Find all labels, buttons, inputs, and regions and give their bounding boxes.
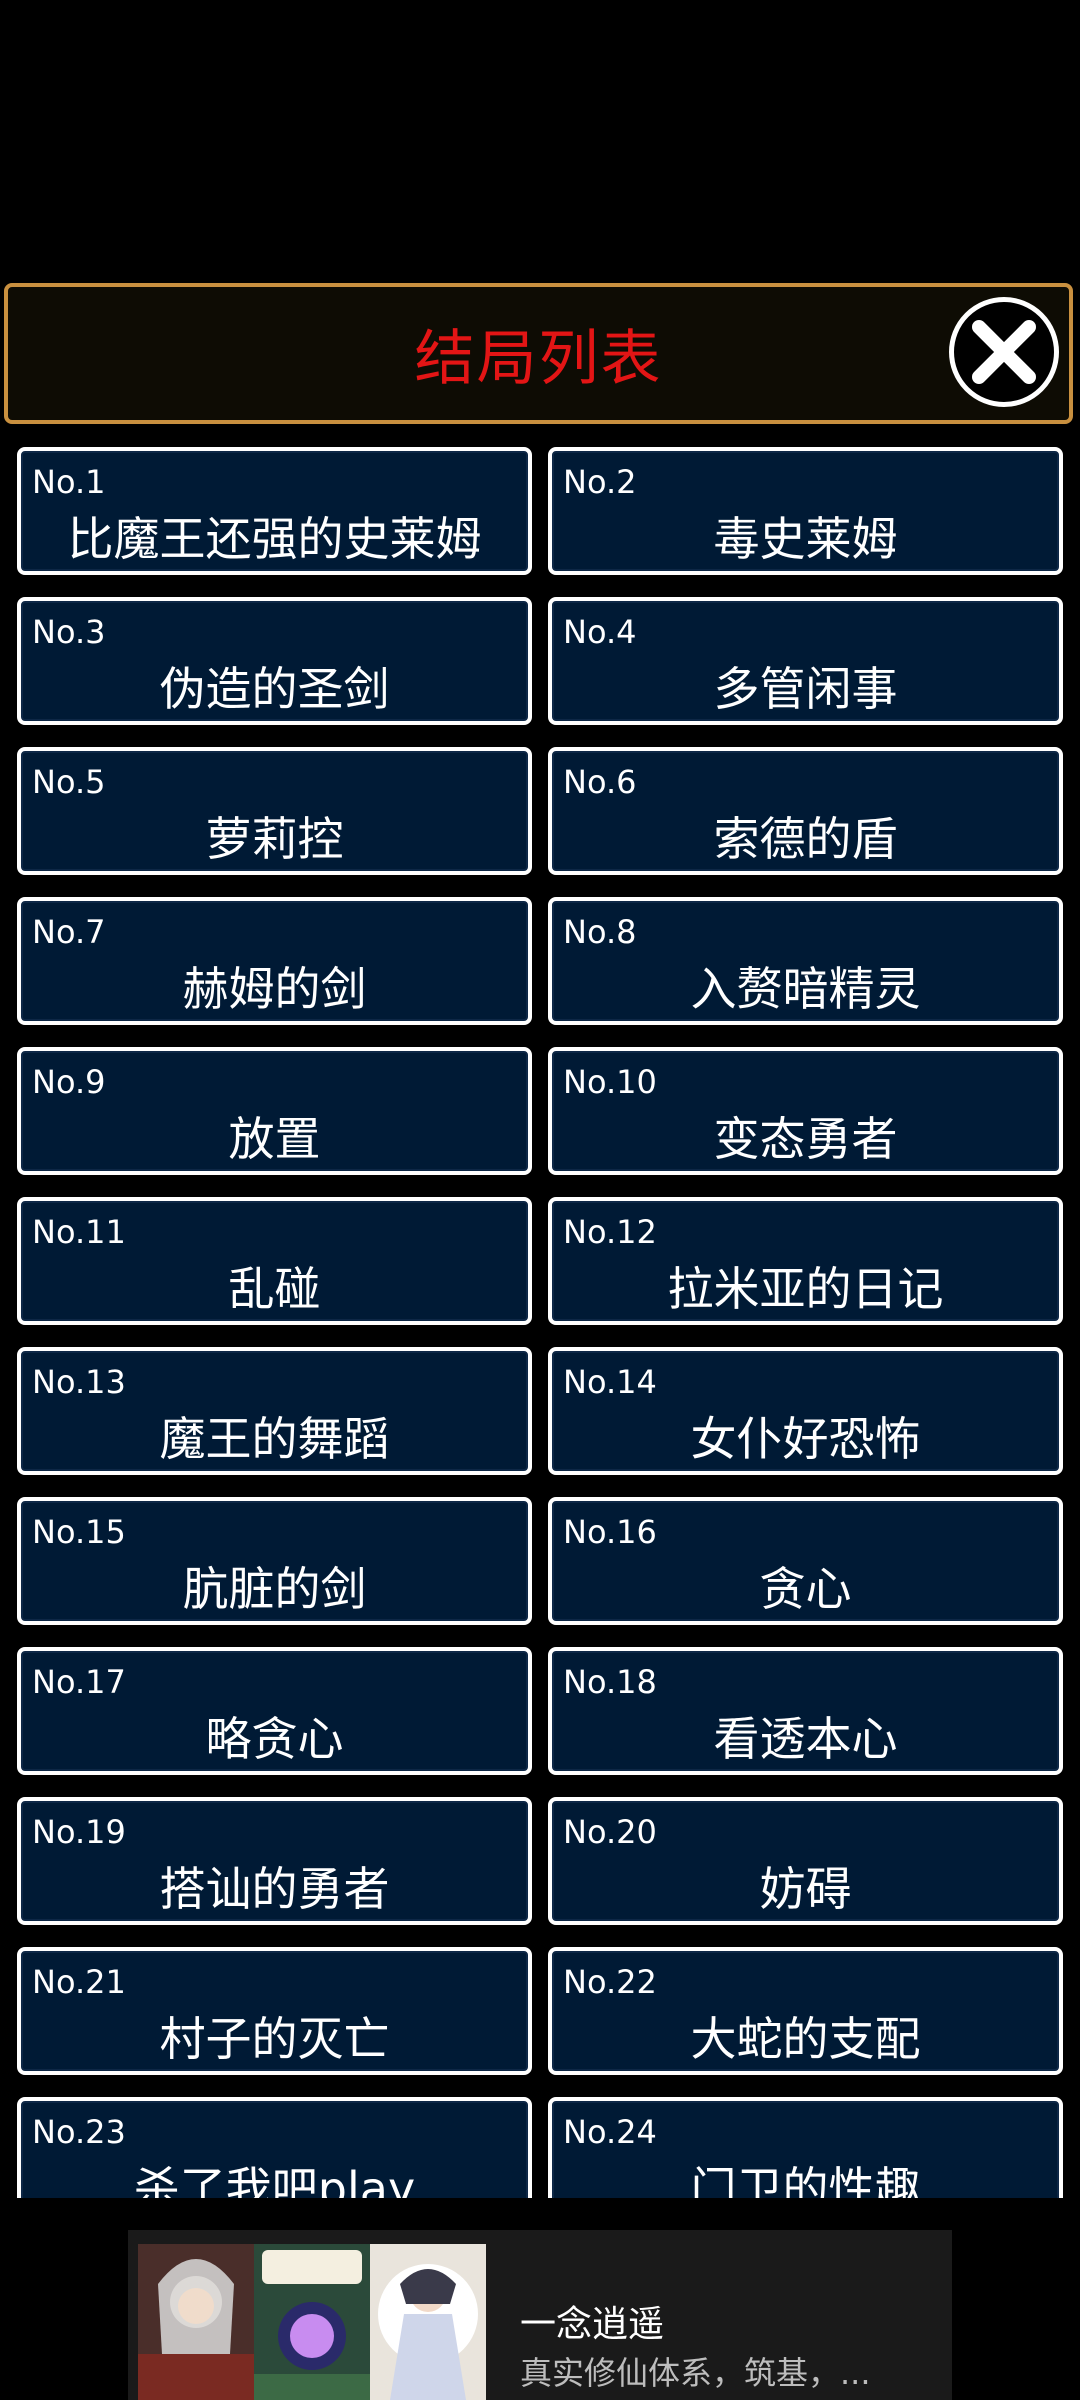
endings-list[interactable]: No.1 比魔王还强的史莱姆 No.2 毒史莱姆 No.3 伪造的圣剑 No.4 多管闲事 No… <box>0 442 1080 2198</box>
ending-name: 杀了我吧play <box>133 2162 416 2198</box>
ending-number: No.12 <box>563 1213 657 1251</box>
ending-card[interactable]: No.19 搭讪的勇者 <box>17 1797 532 1925</box>
ending-number: No.20 <box>563 1813 657 1851</box>
ending-number: No.18 <box>563 1663 657 1701</box>
ending-name: 略贪心 <box>205 1712 344 1766</box>
ending-number: No.14 <box>563 1363 657 1401</box>
ending-name: 入赘暗精灵 <box>690 962 921 1016</box>
ending-card[interactable]: No.3 伪造的圣剑 <box>17 597 532 725</box>
ending-card[interactable]: No.14 女仆好恐怖 <box>548 1347 1063 1475</box>
ending-card[interactable]: No.22 大蛇的支配 <box>548 1947 1063 2075</box>
ending-card[interactable]: No.5 萝莉控 <box>17 747 532 875</box>
ending-name: 拉米亚的日记 <box>667 1262 944 1316</box>
ad-image-2 <box>254 2244 370 2400</box>
ending-number: No.13 <box>32 1363 126 1401</box>
ending-card[interactable]: No.8 入赘暗精灵 <box>548 897 1063 1025</box>
ending-card[interactable]: No.4 多管闲事 <box>548 597 1063 725</box>
ending-name: 妨碍 <box>759 1862 852 1916</box>
ending-card[interactable]: No.1 比魔王还强的史莱姆 <box>17 447 532 575</box>
ending-card[interactable]: No.18 看透本心 <box>548 1647 1063 1775</box>
page-title: 结局列表 <box>414 324 663 394</box>
ending-name: 赫姆的剑 <box>182 962 367 1016</box>
ending-name: 搭讪的勇者 <box>159 1862 390 1916</box>
ending-name: 大蛇的支配 <box>690 2012 921 2066</box>
ending-name: 看透本心 <box>713 1712 898 1766</box>
ending-card[interactable]: No.2 毒史莱姆 <box>548 447 1063 575</box>
ad-image-1 <box>138 2244 254 2400</box>
ending-card[interactable]: No.10 变态勇者 <box>548 1047 1063 1175</box>
ending-card[interactable]: No.12 拉米亚的日记 <box>548 1197 1063 1325</box>
ad-title: 一念逍遥 <box>520 2304 665 2345</box>
endings-grid: No.1 比魔王还强的史莱姆 No.2 毒史莱姆 No.3 伪造的圣剑 No.4 多管闲事 No… <box>17 447 1063 2198</box>
ending-name: 索德的盾 <box>713 812 898 866</box>
ending-card[interactable]: No.9 放置 <box>17 1047 532 1175</box>
endings-header: 结局列表 <box>4 283 1073 424</box>
ending-card[interactable]: No.17 略贪心 <box>17 1647 532 1775</box>
ending-card[interactable]: No.16 贪心 <box>548 1497 1063 1625</box>
ending-number: No.7 <box>32 913 106 951</box>
ending-card[interactable]: No.7 赫姆的剑 <box>17 897 532 1025</box>
ending-card[interactable]: No.21 村子的灭亡 <box>17 1947 532 2075</box>
ending-number: No.11 <box>32 1213 126 1251</box>
ending-name: 萝莉控 <box>205 812 344 866</box>
ending-number: No.1 <box>32 463 106 501</box>
ending-name: 村子的灭亡 <box>159 2012 390 2066</box>
ending-number: No.24 <box>563 2113 657 2151</box>
ending-card[interactable]: No.20 妨碍 <box>548 1797 1063 1925</box>
ad-banner[interactable]: 一念逍遥 真实修仙体系，筑基，... <box>128 2230 952 2400</box>
ending-number: No.4 <box>563 613 637 651</box>
ending-card[interactable]: No.23 杀了我吧play <box>17 2097 532 2198</box>
ending-card[interactable]: No.6 索德的盾 <box>548 747 1063 875</box>
close-icon <box>972 320 1036 384</box>
ending-name: 放置 <box>228 1112 321 1166</box>
ending-name: 多管闲事 <box>713 662 898 716</box>
ending-name: 门卫的性趣 <box>690 2162 921 2198</box>
ending-card[interactable]: No.24 门卫的性趣 <box>548 2097 1063 2198</box>
ending-name: 伪造的圣剑 <box>159 662 390 716</box>
ending-number: No.6 <box>563 763 637 801</box>
close-button[interactable] <box>949 297 1059 407</box>
ending-name: 女仆好恐怖 <box>690 1412 921 1466</box>
ending-name: 毒史莱姆 <box>713 512 898 566</box>
ending-number: No.19 <box>32 1813 126 1851</box>
ending-number: No.17 <box>32 1663 126 1701</box>
ending-number: No.5 <box>32 763 106 801</box>
ending-name: 比魔王还强的史莱姆 <box>67 512 482 566</box>
ending-card[interactable]: No.13 魔王的舞蹈 <box>17 1347 532 1475</box>
ending-number: No.16 <box>563 1513 657 1551</box>
ad-image-3 <box>370 2244 486 2400</box>
ending-number: No.2 <box>563 463 637 501</box>
ending-number: No.23 <box>32 2113 126 2151</box>
ending-card[interactable]: No.11 乱碰 <box>17 1197 532 1325</box>
ending-number: No.22 <box>563 1963 657 2001</box>
ending-number: No.21 <box>32 1963 126 2001</box>
ending-name: 魔王的舞蹈 <box>159 1412 390 1466</box>
ending-name: 肮脏的剑 <box>182 1562 367 1616</box>
ending-name: 乱碰 <box>228 1262 321 1316</box>
ending-name: 变态勇者 <box>713 1112 898 1166</box>
ending-number: No.8 <box>563 913 637 951</box>
ending-number: No.9 <box>32 1063 106 1101</box>
ending-number: No.10 <box>563 1063 657 1101</box>
ad-description: 真实修仙体系，筑基，... <box>520 2354 871 2392</box>
ending-card[interactable]: No.15 肮脏的剑 <box>17 1497 532 1625</box>
ending-number: No.3 <box>32 613 106 651</box>
ending-name: 贪心 <box>759 1562 852 1616</box>
ending-number: No.15 <box>32 1513 126 1551</box>
